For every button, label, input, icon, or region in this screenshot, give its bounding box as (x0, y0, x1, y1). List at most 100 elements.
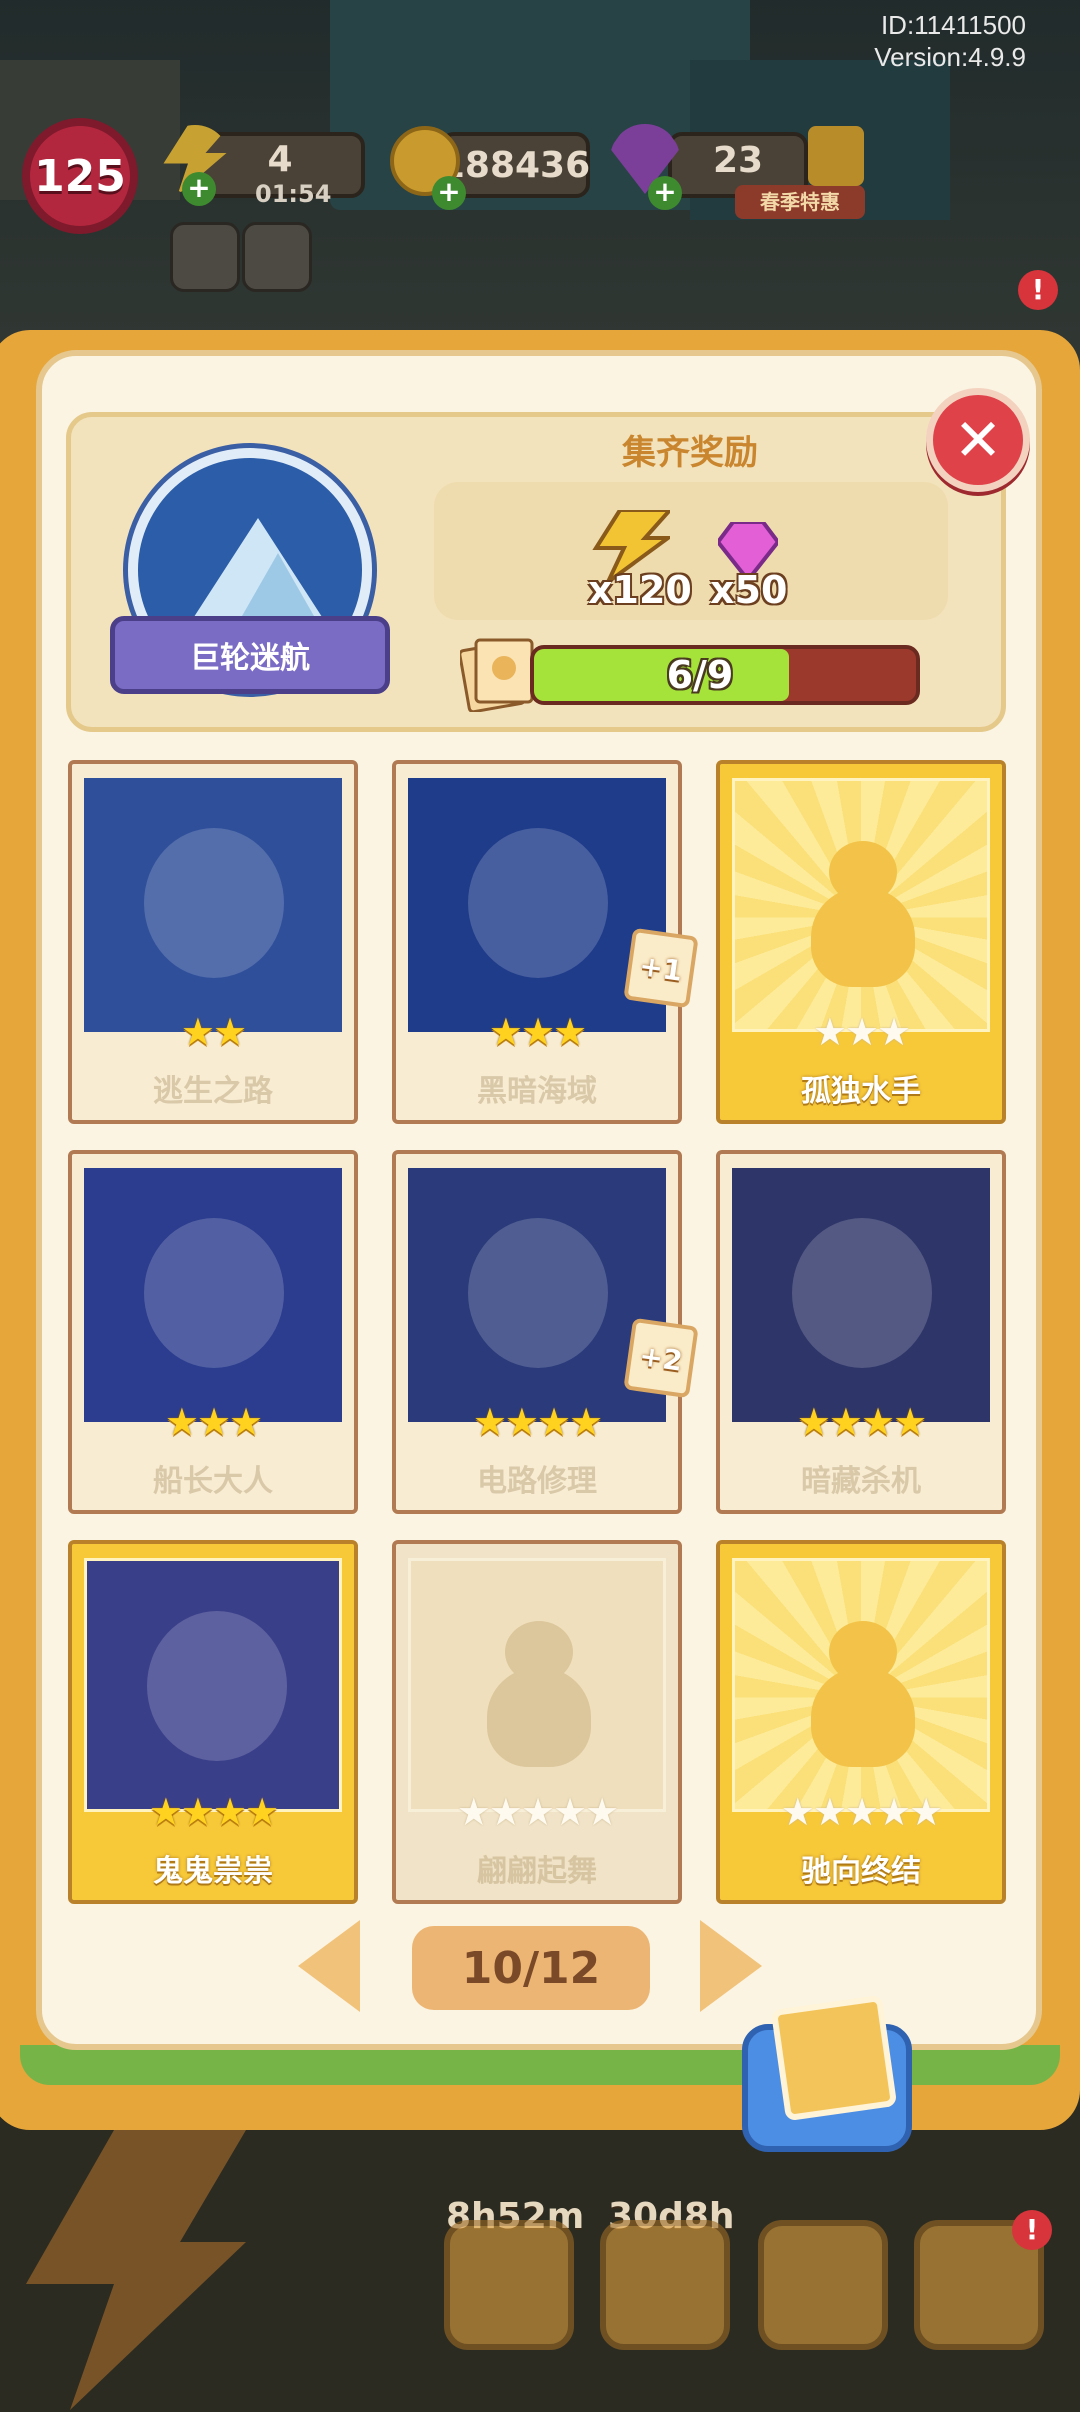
debug-version: Version:4.9.9 (874, 42, 1026, 72)
star-filled-icon: ★ (180, 1790, 215, 1834)
star-empty-icon: ★ (909, 1790, 943, 1834)
card-stars: ★★★★★ (720, 1790, 1002, 1834)
card-art (732, 778, 990, 1032)
card-name: 逃生之路 (153, 1074, 273, 1109)
card-art (84, 1558, 342, 1812)
star-filled-icon: ★ (537, 1400, 571, 1444)
card-illustration (147, 1611, 287, 1761)
card-stars: ★★★ (720, 1010, 1002, 1054)
collection-card[interactable]: ★★★ 船长大人 (68, 1150, 358, 1514)
star-filled-icon: ★ (488, 1010, 523, 1054)
shop-button[interactable] (444, 2220, 574, 2350)
card-illustration (144, 828, 284, 978)
collection-card[interactable]: ★★★★ 暗藏杀机 (716, 1150, 1006, 1514)
star-filled-icon: ★ (180, 1010, 215, 1054)
card-silhouette (811, 1621, 915, 1777)
star-empty-icon: ★ (812, 1010, 847, 1054)
star-filled-icon: ★ (472, 1400, 507, 1444)
star-filled-icon: ★ (828, 1400, 863, 1444)
card-art (732, 1168, 990, 1422)
reward-lightning-amount: x120 (588, 568, 692, 612)
star-filled-icon: ★ (520, 1010, 555, 1054)
card-illustration (468, 1218, 608, 1368)
album-button[interactable] (742, 1994, 912, 2152)
player-level-badge[interactable]: 125 (22, 118, 138, 234)
card-silhouette (487, 1621, 591, 1777)
card-name: 翩翩起舞 (477, 1854, 597, 1889)
card-silhouette (811, 841, 915, 997)
add-energy-button[interactable]: + (182, 172, 216, 206)
page-indicator: 10/12 (412, 1926, 650, 2010)
close-button[interactable]: ✕ (926, 388, 1030, 492)
card-art (84, 1168, 342, 1422)
card-art (84, 778, 342, 1032)
star-filled-icon: ★ (229, 1400, 263, 1444)
collection-name: 巨轮迷航 (110, 616, 390, 694)
collection-card[interactable]: ★★★★★ 翩翩起舞 (392, 1540, 682, 1904)
card-stars: ★★★★ (396, 1400, 678, 1444)
card-name: 鬼鬼祟祟 (153, 1854, 273, 1889)
card-name: 船长大人 (153, 1464, 273, 1499)
card-name: 黑暗海域 (477, 1074, 597, 1109)
star-filled-icon: ★ (893, 1400, 927, 1444)
collection-card[interactable]: ★★ 逃生之路 (68, 760, 358, 1124)
settings-button[interactable] (170, 222, 240, 292)
gift-box-icon (808, 126, 864, 186)
collection-card[interactable]: ★★★★ 电路修理 +2 (392, 1150, 699, 1514)
star-filled-icon: ★ (796, 1400, 831, 1444)
collection-card[interactable]: ★★★★★ 驰向终结 (716, 1540, 1006, 1904)
star-empty-icon: ★ (456, 1790, 491, 1834)
collection-card[interactable]: ★★★ 孤独水手 (716, 760, 1006, 1124)
prev-page-button[interactable] (298, 1920, 360, 2012)
card-illustration (144, 1218, 284, 1368)
debug-id: ID:11411500 (880, 10, 1026, 40)
collection-card[interactable]: ★★★★ 鬼鬼祟祟 (68, 1540, 358, 1904)
star-filled-icon: ★ (164, 1400, 199, 1444)
event-offer-label[interactable]: 春季特惠 (735, 185, 865, 219)
star-filled-icon: ★ (504, 1400, 539, 1444)
progress-text: 6/9 (666, 653, 734, 697)
mail-button[interactable] (242, 222, 312, 292)
star-filled-icon: ★ (569, 1400, 603, 1444)
card-stars: ★★★ (72, 1400, 354, 1444)
coin-value: 188436 (439, 144, 591, 186)
card-art (408, 1558, 666, 1812)
notification-badge: ! (1012, 2210, 1052, 2250)
star-filled-icon: ★ (553, 1010, 587, 1054)
notification-badge: ! (1018, 270, 1058, 310)
star-empty-icon: ★ (780, 1790, 815, 1834)
star-empty-icon: ★ (844, 1790, 879, 1834)
add-gems-button[interactable]: + (648, 176, 682, 210)
star-empty-icon: ★ (877, 1790, 911, 1834)
star-filled-icon: ★ (213, 1010, 247, 1054)
photo-card-icon (770, 1994, 898, 2122)
card-name: 孤独水手 (801, 1074, 921, 1109)
duplicate-count-tag: +2 (623, 1317, 699, 1399)
collection-card[interactable]: ★★★ 黑暗海域 +1 (392, 760, 699, 1124)
cards-button[interactable] (600, 2220, 730, 2350)
star-empty-icon: ★ (844, 1010, 879, 1054)
duplicate-count-tag: +1 (623, 927, 699, 1009)
reward-title: 集齐奖励 (622, 433, 758, 473)
star-empty-icon: ★ (812, 1790, 847, 1834)
quest-button[interactable] (758, 2220, 888, 2350)
close-icon: ✕ (953, 406, 1003, 474)
card-illustration (468, 828, 608, 978)
card-name: 电路修理 (477, 1464, 597, 1499)
card-name: 驰向终结 (801, 1854, 921, 1889)
card-illustration (792, 1218, 932, 1368)
add-coins-button[interactable]: + (432, 176, 466, 210)
star-empty-icon: ★ (520, 1790, 555, 1834)
star-filled-icon: ★ (861, 1400, 895, 1444)
next-page-button[interactable] (700, 1920, 762, 2012)
star-empty-icon: ★ (877, 1010, 911, 1054)
card-art (732, 1558, 990, 1812)
energy-value: 4 (267, 138, 293, 180)
player-level: 125 (34, 150, 126, 202)
card-stars: ★★ (72, 1010, 354, 1054)
card-stack-icon (460, 638, 534, 712)
energy-timer: 01:54 (255, 180, 332, 208)
card-stars: ★★★ (396, 1010, 678, 1054)
star-filled-icon: ★ (148, 1790, 183, 1834)
reward-gem-amount: x50 (710, 568, 788, 612)
